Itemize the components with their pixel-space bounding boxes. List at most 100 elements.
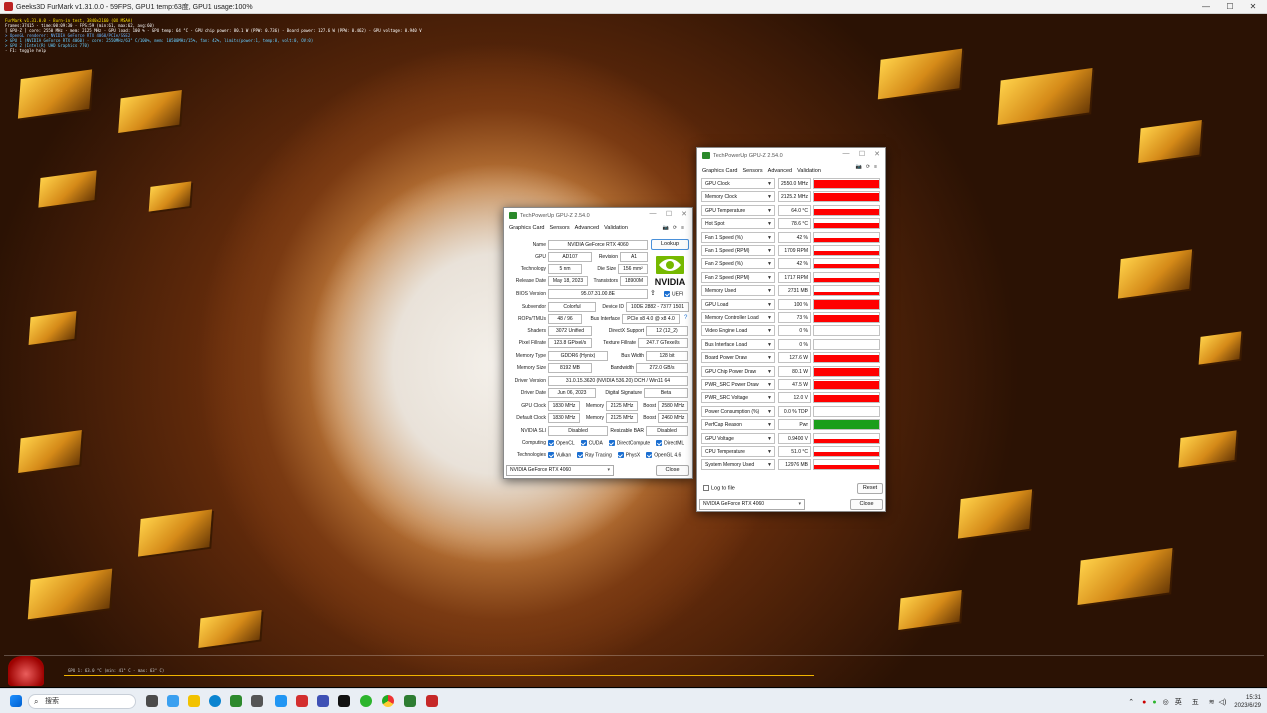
physx-check[interactable]: PhysX <box>617 452 640 458</box>
dropdown-arrow-icon[interactable]: ▼ <box>767 235 772 241</box>
checkbox-unchecked-icon[interactable] <box>703 485 709 491</box>
tab-sensors[interactable]: Sensors <box>742 167 763 175</box>
dropdown-arrow-icon[interactable]: ▼ <box>767 382 772 388</box>
app-icon[interactable] <box>317 695 329 707</box>
share-icon[interactable]: ⇪ <box>650 289 656 297</box>
close-button[interactable]: ✕ <box>870 150 884 158</box>
tab-validation[interactable]: Validation <box>604 224 628 232</box>
sensor-name[interactable]: Fan 1 Speed (RPM) <box>701 245 775 256</box>
minimize-button[interactable]: — <box>1195 0 1217 14</box>
gpu-select[interactable]: NVIDIA GeForce RTX 4060 <box>506 465 614 476</box>
tray-app-icon[interactable]: ◎ <box>1163 698 1169 706</box>
pixel-fillrate-field[interactable]: 123.8 GPixel/s <box>548 338 592 348</box>
transistors-field[interactable]: 18900M <box>620 276 648 286</box>
memory-size-field[interactable]: 8192 MB <box>548 363 592 373</box>
dropdown-arrow-icon[interactable]: ▼ <box>767 181 772 187</box>
boost-clock-field[interactable]: 2580 MHz <box>658 401 688 411</box>
dropdown-arrow-icon[interactable]: ▼ <box>767 315 772 321</box>
wechat-tray-icon[interactable]: ● <box>1152 699 1156 706</box>
dropdown-arrow-icon[interactable]: ▼ <box>767 395 772 401</box>
memory-clock-field[interactable]: 2125 MHz <box>606 401 638 411</box>
maximize-button[interactable]: ☐ <box>1219 0 1241 14</box>
capcut-icon[interactable] <box>338 695 350 707</box>
edge-icon[interactable] <box>209 695 221 707</box>
ime-language[interactable]: 英 <box>1175 697 1182 707</box>
gpuz-card-titlebar[interactable]: TechPowerUp GPU-Z 2.54.0 — ☐ ✕ <box>504 208 692 223</box>
furmark-titlebar[interactable]: Geeks3D FurMark v1.31.0.0 - 59FPS, GPU1 … <box>0 0 1267 14</box>
minimize-button[interactable]: — <box>646 210 660 217</box>
sensor-name[interactable]: PerfCap Reason <box>701 419 775 431</box>
volume-icon[interactable]: ◁) <box>1219 698 1227 706</box>
log-to-file-option[interactable]: Log to file <box>703 485 735 491</box>
driver-version-field[interactable]: 31.0.15.3620 (NVIDIA 536.20) DCH / Win11… <box>548 376 688 386</box>
gpu-clock-field[interactable]: 1830 MHz <box>548 401 580 411</box>
revision-field[interactable]: A1 <box>620 252 648 262</box>
dropdown-arrow-icon[interactable]: ▼ <box>767 194 772 200</box>
tab-graphics-card[interactable]: Graphics Card <box>509 224 545 232</box>
dropdown-arrow-icon[interactable]: ▼ <box>767 369 772 375</box>
gpuz-sensors-titlebar[interactable]: TechPowerUp GPU-Z 2.54.0 — ☐ ✕ <box>697 148 885 163</box>
taskbar-search[interactable]: ⌕ 搜索 <box>28 694 136 709</box>
start-windows-icon[interactable] <box>10 695 22 707</box>
app-icon[interactable] <box>275 695 287 707</box>
sensor-name[interactable]: PWR_SRC Power Draw <box>701 379 775 390</box>
dropdown-arrow-icon[interactable]: ▼ <box>767 302 772 308</box>
dropdown-arrow-icon[interactable]: ▼ <box>767 436 772 442</box>
directcompute-check[interactable]: DirectCompute <box>608 440 650 446</box>
directx-field[interactable]: 12 (12_2) <box>646 326 688 336</box>
app-icon[interactable] <box>404 695 416 707</box>
sensor-name[interactable]: GPU Chip Power Draw <box>701 365 775 377</box>
release-date-field[interactable]: May 18, 2023 <box>548 276 588 286</box>
dropdown-arrow-icon[interactable]: ▼ <box>767 355 772 361</box>
sensor-name[interactable]: GPU Clock <box>701 178 775 189</box>
reset-button[interactable]: Reset <box>857 483 883 494</box>
sensor-name[interactable]: System Memory Used <box>701 459 775 471</box>
sensor-name[interactable]: GPU Load <box>701 298 775 310</box>
tab-advanced[interactable]: Advanced <box>768 167 792 175</box>
default-boost-field[interactable]: 2460 MHz <box>658 413 688 423</box>
wechat-icon[interactable] <box>360 695 372 707</box>
directml-check[interactable]: DirectML <box>656 440 684 446</box>
gpuz-taskbar-icon[interactable] <box>251 695 263 707</box>
dropdown-arrow-icon[interactable]: ▼ <box>767 275 772 281</box>
toolbar-icons[interactable]: 📷⟳≡ <box>663 225 688 231</box>
die-size-field[interactable]: 156 mm² <box>618 264 648 274</box>
sensor-name[interactable]: CPU Temperature <box>701 446 775 457</box>
sensor-name[interactable]: Memory Controller Load <box>701 312 775 323</box>
opencl-check[interactable]: OpenCL <box>548 440 575 446</box>
memory-type-field[interactable]: GDDR6 (Hynix) <box>548 351 608 361</box>
wps-icon[interactable] <box>296 695 308 707</box>
maximize-button[interactable]: ☐ <box>662 210 676 218</box>
bus-help-button[interactable]: ? <box>684 315 687 321</box>
sensor-name[interactable]: Memory Used <box>701 285 775 297</box>
sensor-name[interactable]: PWR_SRC Voltage <box>701 392 775 404</box>
cuda-check[interactable]: CUDA <box>580 440 603 446</box>
sensor-name[interactable]: Bus Interface Load <box>701 338 775 350</box>
sensor-name[interactable]: Fan 2 Speed (%) <box>701 258 775 270</box>
lookup-button[interactable]: Lookup <box>651 239 689 250</box>
gpuz-sensors-window[interactable]: TechPowerUp GPU-Z 2.54.0 — ☐ ✕ 📷⟳≡ Graph… <box>696 147 886 512</box>
bios-version-field[interactable]: 95.07.31.00.8E <box>548 289 648 299</box>
widgets-icon[interactable] <box>167 695 179 707</box>
tab-graphics-card[interactable]: Graphics Card <box>702 167 737 175</box>
close-button[interactable]: Close <box>656 465 689 476</box>
gpu-field[interactable]: AD107 <box>548 252 592 262</box>
nvidia-sli-field[interactable]: Disabled <box>548 426 608 436</box>
digital-signature-field[interactable]: Beta <box>644 388 688 398</box>
technology-field[interactable]: 5 nm <box>548 264 582 274</box>
dropdown-arrow-icon[interactable]: ▼ <box>767 422 772 428</box>
sensor-name[interactable]: Board Power Draw <box>701 352 775 364</box>
gpu-select[interactable]: NVIDIA GeForce RTX 4060 <box>699 499 805 510</box>
store-icon[interactable] <box>230 695 242 707</box>
tab-advanced[interactable]: Advanced <box>575 224 599 232</box>
sensor-name[interactable]: Fan 2 Speed (RPM) <box>701 271 775 283</box>
toolbar-icons[interactable]: 📷⟳≡ <box>856 164 881 170</box>
bandwidth-field[interactable]: 272.0 GB/s <box>636 363 688 373</box>
raytracing-check[interactable]: Ray Tracing <box>577 452 612 458</box>
dropdown-arrow-icon[interactable]: ▼ <box>767 409 772 415</box>
default-clock-field[interactable]: 1830 MHz <box>548 413 580 423</box>
dropdown-arrow-icon[interactable]: ▼ <box>767 462 772 468</box>
dropdown-arrow-icon[interactable]: ▼ <box>767 449 772 455</box>
dropdown-arrow-icon[interactable]: ▼ <box>767 248 772 254</box>
dropdown-arrow-icon[interactable]: ▼ <box>767 342 772 348</box>
